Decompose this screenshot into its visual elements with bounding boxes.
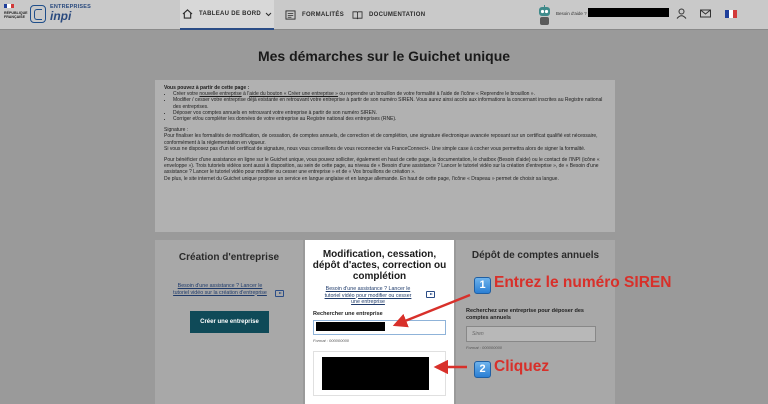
signature-paragraph: Si vous ne disposez pas d'un tel certifi… [164,145,586,152]
nav-label: DOCUMENTATION [369,12,426,18]
help-label[interactable]: Besoin d'aide ? [556,11,587,16]
video-icon[interactable] [426,291,435,298]
chevron-down-icon [265,12,272,17]
format-hint: Format : 000000000 [313,338,350,343]
user-icon[interactable] [676,8,687,19]
annotation-text: Cliquez [494,358,550,375]
nav-tab-tableau-de-bord[interactable]: TABLEAU DE BORD [180,0,274,30]
list-icon [285,10,296,20]
nav-label: FORMALITÉS [302,12,344,18]
card-title: Modification, cessation, dépôt d'actes, … [312,249,447,282]
video-icon[interactable] [275,290,284,297]
inpi-logo-mark [30,5,46,23]
signature-paragraph: Pour finaliser les formalités de modific… [164,133,598,146]
step-badge: 1 [474,277,491,294]
annotation-text: Entrez le numéro SIREN [494,274,672,291]
home-icon [182,9,193,19]
fr-flag-icon[interactable] [725,10,737,18]
republique-francaise-logo: RÉPUBLIQUE FRANÇAISE [4,4,28,26]
redacted-siren-value [316,322,385,331]
nav-tab-formalites[interactable]: FORMALITÉS [285,0,344,30]
nav-tab-documentation[interactable]: DOCUMENTATION [352,0,425,30]
info-bullet: Modifier / cesser votre entreprise déjà … [173,97,606,109]
step-badge: 2 [474,361,491,378]
format-hint: Format : 000000000 [466,345,503,350]
info-bullets: Créer votre nouvelle entreprise à l'aide… [173,91,606,122]
tutorial-link-creation[interactable]: Besoin d'une assistance ? Lancer le tuto… [170,283,270,296]
create-entreprise-button[interactable]: Créer une entreprise [190,311,269,333]
info-box: Vous pouvez à partir de cette page : Cré… [155,80,615,232]
book-icon [352,11,363,20]
link-nouvelle-entreprise[interactable]: nouvelle entreprise [199,91,241,97]
card-depot-comptes: Dépôt de comptes annuels [456,240,615,404]
redacted-user-name [588,8,669,17]
siren-comptes-input[interactable]: Siren [466,326,596,342]
page-title: Mes démarches sur le Guichet unique [257,48,511,64]
assistance-paragraph: Pour bénéficier d'une assistance en lign… [164,157,600,176]
link-creer-une-entreprise[interactable]: aide du bouton « Créer une entreprise » [249,91,338,97]
tutorial-link-modification[interactable]: Besoin d'une assistance ? Lancer le tuto… [320,286,416,306]
card-title: Dépôt de comptes annuels [471,250,600,261]
language-paragraph: De plus, le site internet du Guichet uni… [164,175,559,182]
card-title: Création d'entreprise [178,252,280,263]
top-header: RÉPUBLIQUE FRANÇAISE ENTREPRISES inpi TA… [0,0,768,30]
redacted-result [322,357,429,390]
help-robot-icon[interactable] [536,4,553,26]
nav-label: TABLEAU DE BORD [198,11,262,17]
search-label: Rechercher une entreprise [313,311,383,317]
mail-icon[interactable] [700,8,711,19]
inpi-brand[interactable]: ENTREPRISES inpi [50,4,91,22]
search-label: Recherchez une entreprise pour déposer d… [466,308,584,321]
